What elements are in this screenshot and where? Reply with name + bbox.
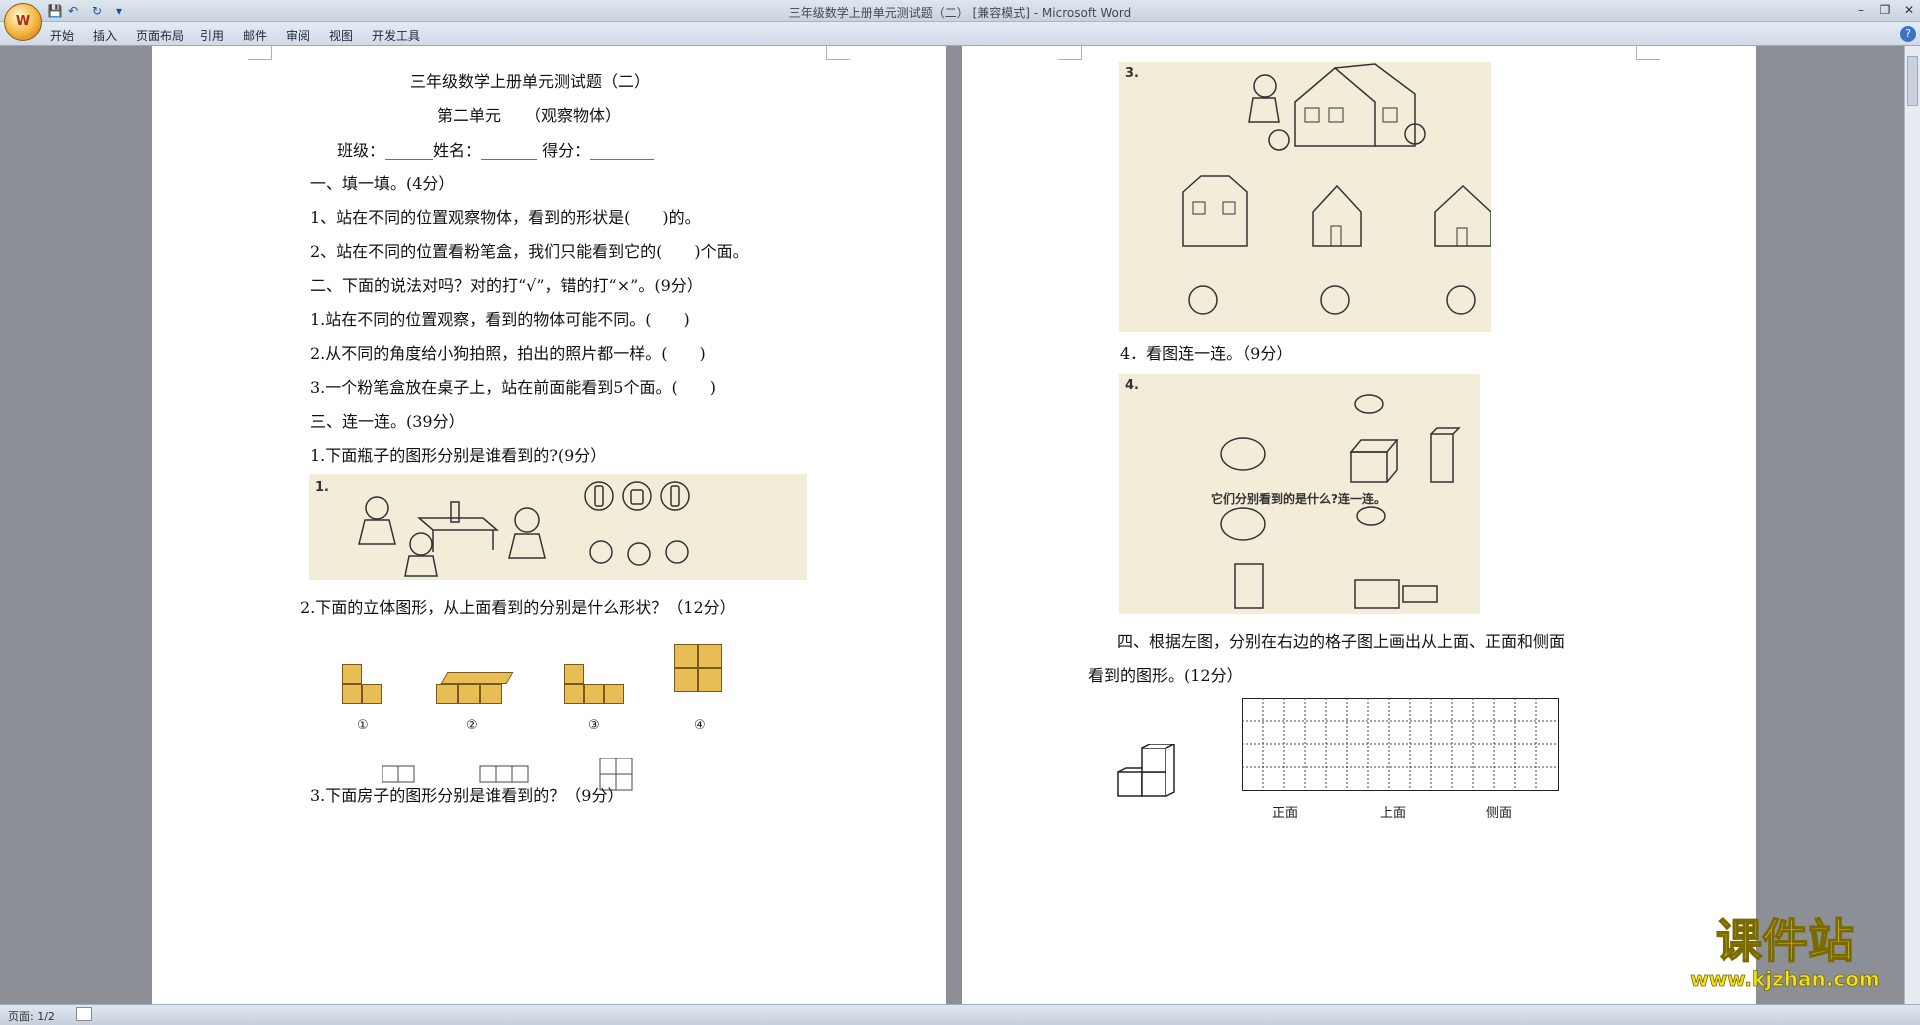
question-3-3[interactable]: 3.下面房子的图形分别是谁看到的？（9分） — [310, 782, 623, 806]
watermark-logo: 课件站 www.kjzhan.com — [1665, 914, 1905, 1005]
tab-page-layout[interactable]: 页面布局 — [136, 27, 184, 44]
office-button[interactable]: W — [4, 3, 42, 41]
section-4-heading[interactable]: 四、根据左图，分别在右边的格子图上画出从上面、正面和侧面 — [1117, 628, 1565, 652]
margin-mark — [826, 46, 850, 60]
title-bar: 三年级数学上册单元测试题（二） [兼容模式] - Microsoft Word … — [0, 0, 1920, 22]
bottle-scene-illustration — [358, 481, 690, 577]
watermark-brand: 课件站 — [1715, 914, 1855, 968]
student-info-line[interactable]: 班级：______姓名：_______ 得分：________ — [337, 137, 654, 161]
question-4[interactable]: 4．看图连一连。（9分） — [1120, 340, 1292, 364]
tab-references[interactable]: 引用 — [200, 27, 224, 44]
page-indicator[interactable]: 页面: 1/2 — [8, 1008, 55, 1024]
doc-subtitle[interactable]: 第二单元 （观察物体） — [437, 102, 621, 126]
question-3-2[interactable]: 2.下面的立体图形，从上面看到的分别是什么形状？（12分） — [300, 594, 736, 618]
help-icon[interactable]: ? — [1900, 26, 1916, 42]
grid-label-top: 上面 — [1380, 806, 1407, 821]
tab-review[interactable]: 审阅 — [286, 27, 310, 44]
proofing-icon[interactable] — [76, 1007, 92, 1021]
question-1-2[interactable]: 2、站在不同的位置看粉笔盒，我们只能看到它的( )个面。 — [310, 238, 749, 262]
grid-label-side: 侧面 — [1486, 806, 1513, 821]
house-scene-illustration — [1182, 63, 1491, 315]
figure-label-1: ① — [357, 718, 369, 733]
tab-home[interactable]: 开始 — [50, 27, 74, 44]
question-2-2[interactable]: 2.从不同的角度给小狗拍照，拍出的照片都一样。( ) — [310, 340, 706, 364]
tab-mailings[interactable]: 邮件 — [243, 27, 267, 44]
customize-qat-icon[interactable]: ▾ — [110, 3, 128, 19]
figure-label-2: ② — [466, 718, 478, 733]
tab-developer[interactable]: 开发工具 — [372, 27, 420, 44]
grid-label-front: 正面 — [1272, 806, 1299, 821]
page-2: 3. 4．看图连一连。（9分） 4. 它们分别看到的是什么?连一连。 四、根据左… — [962, 46, 1756, 1004]
save-icon[interactable]: 💾 — [46, 3, 64, 19]
close-icon[interactable]: ✕ — [1898, 2, 1920, 18]
tab-view[interactable]: 视图 — [329, 27, 353, 44]
drawing-grid[interactable] — [1242, 698, 1562, 794]
margin-mark — [1636, 46, 1660, 60]
document-workspace: 三年级数学上册单元测试题（二） 第二单元 （观察物体） 班级：______姓名：… — [0, 46, 1904, 1004]
minimize-icon[interactable]: – — [1850, 2, 1872, 18]
page-1: 三年级数学上册单元测试题（二） 第二单元 （观察物体） 班级：______姓名：… — [152, 46, 946, 1004]
ribbon-tabs: 开始 插入 页面布局 引用 邮件 审阅 视图 开发工具 ? — [0, 22, 1920, 46]
stacked-cubes-figure — [1117, 744, 1175, 797]
scroll-thumb[interactable] — [1907, 56, 1918, 106]
doc-title[interactable]: 三年级数学上册单元测试题（二） — [410, 68, 650, 92]
redo-icon[interactable]: ↻ — [88, 3, 106, 19]
figure-label-4: ④ — [694, 718, 706, 733]
question-2-1[interactable]: 1.站在不同的位置观察，看到的物体可能不同。( ) — [310, 306, 690, 330]
question-3-1[interactable]: 1.下面瓶子的图形分别是谁看到的?(9分） — [310, 442, 606, 466]
house-observation-image[interactable]: 3. — [1119, 62, 1491, 332]
vertical-scrollbar[interactable] — [1904, 46, 1920, 1004]
margin-mark — [1058, 46, 1082, 60]
margin-mark — [248, 46, 272, 60]
status-bar: 页面: 1/2 — [0, 1004, 1920, 1025]
animal-observation-image[interactable]: 4. 它们分别看到的是什么?连一连。 — [1119, 374, 1480, 614]
question-1-1[interactable]: 1、站在不同的位置观察物体，看到的形状是( )的。 — [310, 204, 701, 228]
bottle-observation-image[interactable]: 1. — [309, 474, 807, 580]
section-1-heading[interactable]: 一、填一填。(4分） — [310, 170, 454, 194]
section-2-heading[interactable]: 二、下面的说法对吗？对的打“√”，错的打“×”。(9分） — [310, 272, 703, 296]
section-3-heading[interactable]: 三、连一连。(39分） — [310, 408, 465, 432]
tab-insert[interactable]: 插入 — [93, 27, 117, 44]
question-2-3[interactable]: 3.一个粉笔盒放在桌子上，站在前面能看到5个面。( ) — [310, 374, 716, 398]
window-title: 三年级数学上册单元测试题（二） [兼容模式] - Microsoft Word — [788, 6, 1132, 20]
image-caption: 它们分别看到的是什么?连一连。 — [1211, 492, 1386, 506]
figure-label-3: ③ — [588, 718, 600, 733]
section-4-heading-cont[interactable]: 看到的图形。(12分） — [1088, 662, 1243, 686]
undo-icon[interactable]: ↶ — [64, 3, 82, 19]
watermark-url: www.kjzhan.com — [1690, 967, 1880, 992]
restore-icon[interactable]: ❐ — [1874, 2, 1896, 18]
